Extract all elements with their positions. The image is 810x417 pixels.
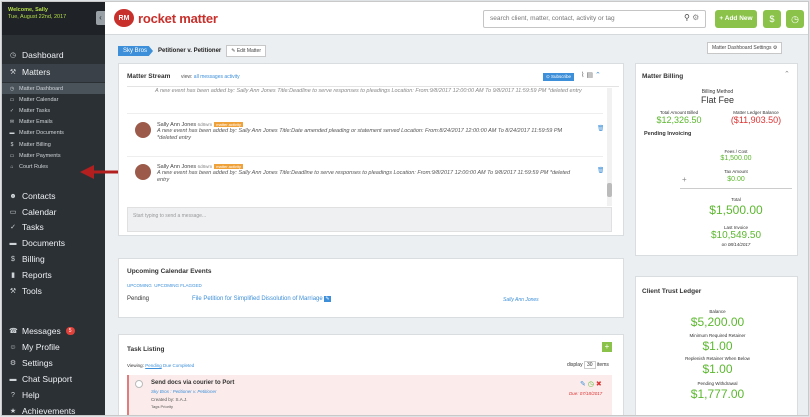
delete-icon[interactable]: ✖ <box>596 381 602 388</box>
filter-all[interactable]: all <box>194 74 199 80</box>
add-task-button[interactable]: + <box>602 342 612 352</box>
stream-item-partial: A new event has been added by: Sally Ann… <box>155 88 582 94</box>
stream-list: A new event has been added by: Sally Ann… <box>127 88 603 209</box>
filter-messages[interactable]: messages <box>200 74 223 80</box>
trust-balance: $5,200.00 <box>690 315 745 329</box>
task-row[interactable]: Send docs via courier to Port Sky Bros :… <box>127 375 612 415</box>
subscribe-button[interactable]: ⊙ Subscribe <box>543 73 575 81</box>
timer-icon[interactable]: ◷ <box>588 381 594 388</box>
filter-activity[interactable]: activity <box>224 74 239 80</box>
tab-upcoming-flagged[interactable]: UPCOMING FLAGGED <box>154 283 202 288</box>
trash-icon[interactable]: 🗑 <box>597 167 603 174</box>
task-created: Created by: S.A.J. <box>151 397 188 402</box>
print-icon[interactable]: ▤ <box>586 72 593 79</box>
matter-activity-tag: matter activity <box>214 164 243 169</box>
task-title[interactable]: Send docs via courier to Port <box>151 380 234 386</box>
task-checkbox[interactable] <box>135 380 143 388</box>
task-due: Due: 07/18/2017 <box>569 391 603 396</box>
total-billed: $12,326.50 <box>656 115 702 125</box>
chevron-up-icon[interactable]: ⌃ <box>784 70 790 78</box>
last-invoice: $10,549.50 <box>710 230 762 241</box>
task-listing-title: Task Listing <box>127 346 165 353</box>
pending-withdrawal: $1,777.00 <box>690 387 745 401</box>
client-trust-ledger-panel: Client Trust Ledger Balance $5,200.00 Mi… <box>635 276 798 415</box>
replenish-threshold: $1.00 <box>702 362 733 376</box>
paperclip-icon[interactable]: ⌇ <box>581 72 584 79</box>
avatar <box>135 122 151 138</box>
edit-icon[interactable]: ✎ <box>580 381 586 388</box>
edit-matter-button[interactable]: ✎ Edit Matter <box>226 45 267 57</box>
display-count-select[interactable]: 30 <box>583 361 596 369</box>
matter-title: Petitioner v. Petitioner <box>158 48 222 54</box>
app-window: Welcome, Sally Tue, August 22nd, 2017 ‹ … <box>1 1 809 416</box>
stream-item: Sally Ann Jones 6d8wm matter activity A n… <box>135 164 587 184</box>
matter-billing-title: Matter Billing <box>642 73 684 80</box>
matter-stream-title: Matter Stream <box>127 73 171 80</box>
task-matter[interactable]: Sky Bros : Petitioner v. Petitioner <box>151 389 216 394</box>
stream-item: Sally Ann Jones 6d8wm matter activity A n… <box>135 122 587 142</box>
matter-dashboard-settings-button[interactable]: Matter Dashboard Settings ⚙ <box>707 42 783 54</box>
fees-cost: $1,500.00 <box>720 155 752 162</box>
matter-stream-panel: Matter Stream view: all messages activit… <box>118 63 624 236</box>
task-tags: Tags Priority <box>151 404 174 409</box>
avatar <box>135 164 151 180</box>
task-listing-panel: Task Listing + Viewing: Pending Due Comp… <box>118 334 624 415</box>
filter-due[interactable]: Due <box>163 363 171 368</box>
ledger-balance: ($11,903.50) <box>730 115 782 125</box>
breadcrumb: Sky Bros Petitioner v. Petitioner ✎ Edit… <box>118 45 267 57</box>
matter-activity-tag: matter activity <box>214 122 243 127</box>
min-retainer: $1.00 <box>702 339 733 353</box>
filter-completed[interactable]: Completed <box>173 363 195 368</box>
trust-ledger-title: Client Trust Ledger <box>642 288 702 295</box>
client-crumb[interactable]: Sky Bros <box>118 46 154 56</box>
event-status: Pending <box>127 296 150 302</box>
message-input[interactable]: Start typing to send a message... <box>127 207 612 232</box>
event-person[interactable]: Sally Ann Jones <box>503 297 539 303</box>
filter-pending[interactable]: Pending <box>145 363 162 368</box>
trash-icon[interactable]: 🗑 <box>597 125 603 132</box>
scrollbar[interactable] <box>607 88 612 206</box>
chevron-up-icon[interactable]: ⌃ <box>595 72 601 79</box>
calendar-title: Upcoming Calendar Events <box>127 268 212 275</box>
event-link[interactable]: File Petition for Simplified Dissolution… <box>192 296 331 302</box>
tax-amount: $0.00 <box>727 176 745 183</box>
tab-upcoming[interactable]: UPCOMING <box>127 283 152 288</box>
matter-billing-panel: Matter Billing ⌃ Billing Method Flat Fee… <box>635 63 798 256</box>
calendar-events-panel: Upcoming Calendar Events UPCOMING UPCOMI… <box>118 258 624 318</box>
billing-total: $1,500.00 <box>709 203 763 217</box>
edit-icon[interactable]: ✎ <box>324 296 331 302</box>
billing-method: Flat Fee <box>700 95 734 105</box>
